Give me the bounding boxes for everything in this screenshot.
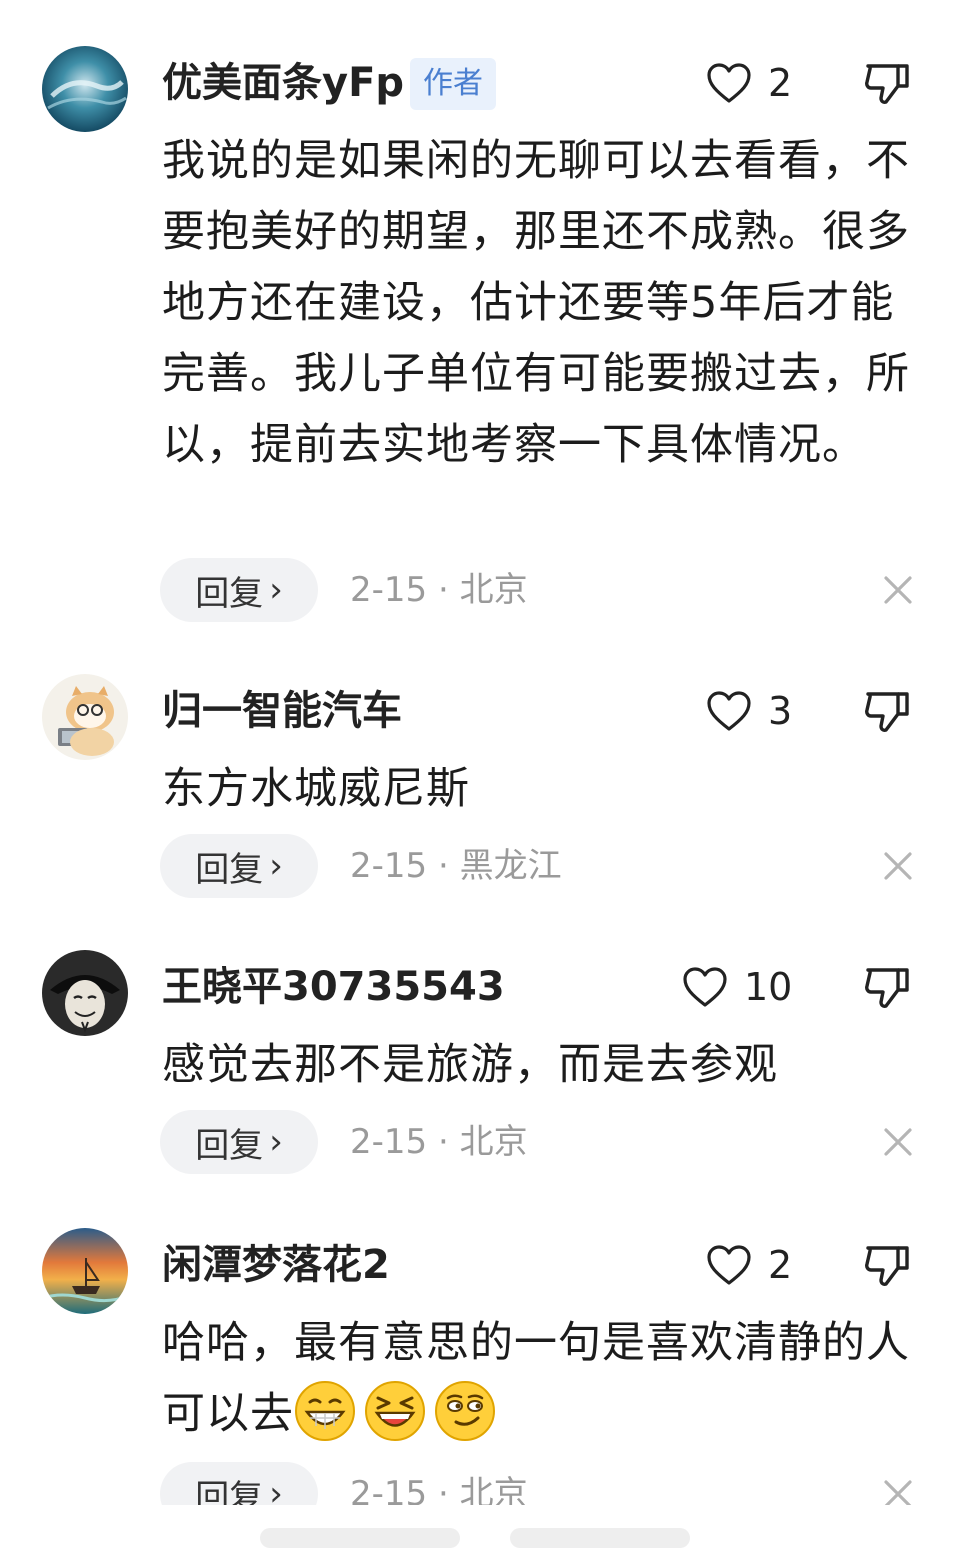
scroll-cutoff xyxy=(0,1505,960,1538)
username[interactable]: 王晓平30735543 xyxy=(162,962,505,1012)
like-count: 10 xyxy=(744,965,793,1009)
username[interactable]: 闲潭梦落花2 xyxy=(162,1240,390,1290)
like-count: 2 xyxy=(768,1243,793,1287)
comment-meta: 2-15 · 北京 xyxy=(350,570,528,610)
next-item-edge xyxy=(260,1528,460,1548)
reply-label: 回复 xyxy=(195,573,264,614)
comment-text: 哈哈，最有意思的一句是喜欢清静的人可以去 xyxy=(162,1308,922,1450)
dislike-button[interactable] xyxy=(862,686,912,736)
comment-meta: 2-15 · 北京 xyxy=(350,1122,528,1162)
comment-meta: 2-15 · 黑龙江 xyxy=(350,846,562,886)
comment-text: 东方水城威尼斯 xyxy=(162,764,470,814)
chevron-right-icon: › xyxy=(269,846,283,886)
comment-footer: 回复 › 2-15 · 北京 xyxy=(160,1110,920,1174)
username-text[interactable]: 优美面条yFp xyxy=(162,60,404,106)
comment-text: 感觉去那不是旅游，而是去参观 xyxy=(162,1040,778,1090)
heart-icon xyxy=(707,691,751,731)
thumbs-down-icon xyxy=(865,1246,909,1286)
like-button[interactable]: 2 xyxy=(706,58,792,108)
avatar[interactable] xyxy=(42,950,128,1036)
next-item-edge xyxy=(510,1528,690,1548)
thumbs-down-icon xyxy=(865,968,909,1008)
reply-button[interactable]: 回复 › xyxy=(160,834,318,898)
reply-label: 回复 xyxy=(195,849,264,890)
username-text[interactable]: 归一智能汽车 xyxy=(162,688,402,734)
like-count: 2 xyxy=(768,61,793,105)
close-icon[interactable] xyxy=(880,572,916,608)
avatar[interactable] xyxy=(42,1228,128,1314)
username-text[interactable]: 闲潭梦落花2 xyxy=(162,1242,390,1288)
thumbs-down-icon xyxy=(865,692,909,732)
dislike-button[interactable] xyxy=(862,962,912,1012)
like-count: 3 xyxy=(768,689,793,733)
laugh-emoji-icon xyxy=(364,1380,426,1442)
username-text[interactable]: 王晓平30735543 xyxy=(162,964,505,1010)
username[interactable]: 归一智能汽车 xyxy=(162,686,402,736)
heart-icon xyxy=(707,63,751,103)
reply-label: 回复 xyxy=(195,1125,264,1166)
like-button[interactable]: 2 xyxy=(706,1240,792,1290)
like-button[interactable]: 10 xyxy=(682,962,792,1012)
comment-text: 我说的是如果闲的无聊可以去看看，不要抱美好的期望，那里还不成熟。很多地方还在建设… xyxy=(162,136,910,470)
comment-footer: 回复 › 2-15 · 北京 xyxy=(160,558,920,622)
dislike-button[interactable] xyxy=(862,58,912,108)
avatar[interactable] xyxy=(42,674,128,760)
smirk-emoji-icon xyxy=(434,1380,496,1442)
like-button[interactable]: 3 xyxy=(706,686,792,736)
heart-icon xyxy=(683,967,727,1007)
author-badge: 作者 xyxy=(410,58,496,110)
comment-footer: 回复 › 2-15 · 黑龙江 xyxy=(160,834,920,898)
grin-emoji-icon xyxy=(294,1380,356,1442)
heart-icon xyxy=(707,1245,751,1285)
close-icon[interactable] xyxy=(880,848,916,884)
chevron-right-icon: › xyxy=(269,1122,283,1162)
reply-button[interactable]: 回复 › xyxy=(160,558,318,622)
dislike-button[interactable] xyxy=(862,1240,912,1290)
username[interactable]: 优美面条yFp xyxy=(162,58,404,108)
avatar[interactable] xyxy=(42,46,128,132)
close-icon[interactable] xyxy=(880,1124,916,1160)
chevron-right-icon: › xyxy=(269,570,283,610)
reply-button[interactable]: 回复 › xyxy=(160,1110,318,1174)
comment-text-body: 哈哈，最有意思的一句是喜欢清静的人可以去 xyxy=(162,1318,910,1439)
thumbs-down-icon xyxy=(865,64,909,104)
